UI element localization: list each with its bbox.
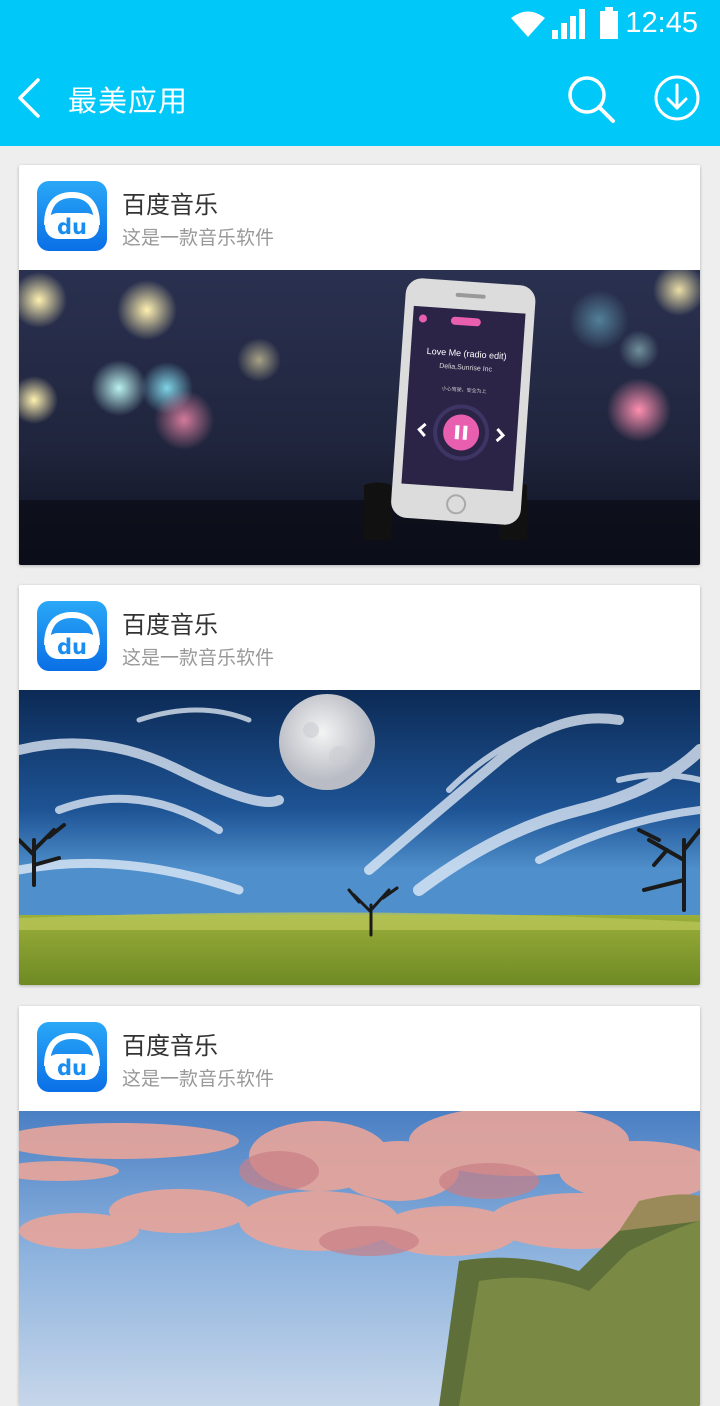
banner-image-pink-clouds[interactable] — [19, 1111, 700, 1406]
app-name: 百度音乐 — [122, 611, 218, 639]
baidu-music-logo: du — [37, 1022, 107, 1092]
card-header: du 百度音乐 这是一款音乐软件 — [19, 1006, 700, 1111]
search-icon[interactable] — [566, 74, 616, 124]
logo-text: du — [57, 635, 87, 659]
app-description: 这是一款音乐软件 — [122, 1068, 275, 1090]
app-bar: 最美应用 — [0, 50, 720, 146]
back-arrow-icon[interactable] — [14, 74, 54, 122]
signal-icon — [552, 9, 585, 39]
battery-icon — [600, 7, 618, 39]
app-name: 百度音乐 — [122, 1032, 218, 1060]
wifi-icon — [511, 11, 545, 37]
app-name: 百度音乐 — [122, 191, 218, 219]
app-card[interactable]: du 百度音乐 这是一款音乐软件 — [19, 165, 700, 565]
baidu-music-logo: du — [37, 181, 107, 251]
card-header: du 百度音乐 这是一款音乐软件 — [19, 165, 700, 270]
page-title: 最美应用 — [68, 84, 189, 118]
app-card[interactable]: du 百度音乐 这是一款音乐软件 — [19, 1006, 700, 1406]
app-card[interactable]: du 百度音乐 这是一款音乐软件 — [19, 585, 700, 985]
status-bar: 12:45 — [0, 0, 720, 50]
app-description: 这是一款音乐软件 — [122, 227, 275, 249]
download-icon[interactable] — [653, 74, 701, 122]
banner-image-moon-sky[interactable] — [19, 690, 700, 985]
logo-text: du — [57, 215, 87, 239]
logo-text: du — [57, 1056, 87, 1080]
status-time: 12:45 — [625, 7, 698, 39]
app-description: 这是一款音乐软件 — [122, 647, 275, 669]
baidu-music-logo: du — [37, 601, 107, 671]
card-header: du 百度音乐 这是一款音乐软件 — [19, 585, 700, 690]
banner-image-night-phone[interactable]: Love Me (radio edit) Delia,Sunrise Inc 小… — [19, 270, 700, 565]
